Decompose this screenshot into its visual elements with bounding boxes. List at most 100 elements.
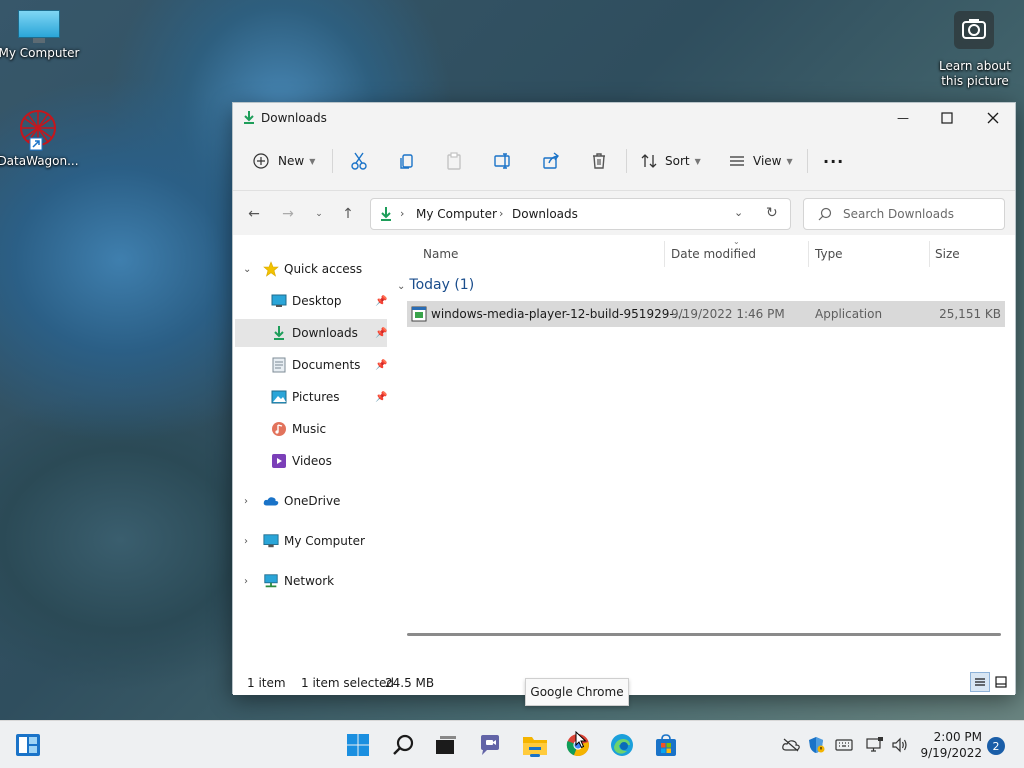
horizontal-scrollbar[interactable] [407, 633, 1001, 636]
clock[interactable]: 2:00 PM 9/19/2022 [918, 729, 982, 761]
close-button[interactable] [970, 103, 1016, 133]
details-view-button[interactable] [970, 672, 990, 692]
forward-button[interactable]: → [277, 203, 299, 225]
computer-icon [263, 533, 279, 549]
notification-badge[interactable]: 2 [987, 737, 1005, 755]
column-header-type[interactable]: Type [815, 247, 843, 261]
clock-time: 2:00 PM [933, 730, 982, 744]
status-size: 24.5 MB [385, 676, 435, 690]
camera-icon [962, 19, 986, 39]
tiles-view-button[interactable] [991, 672, 1011, 692]
back-button[interactable]: ← [243, 203, 265, 225]
file-size: 25,151 KB [939, 307, 1001, 321]
sort-indicator-icon: ⌄ [733, 237, 740, 246]
cut-button[interactable] [350, 147, 368, 175]
document-icon [271, 357, 287, 373]
maximize-button[interactable] [924, 103, 970, 133]
desktop-icon-datawagon[interactable]: DataWagon... [0, 108, 80, 168]
sidebar-item-onedrive[interactable]: › OneDrive [235, 487, 387, 515]
cloud-offline-icon[interactable] [781, 735, 801, 755]
sidebar-item-quick-access[interactable]: ⌄ Quick access [235, 255, 387, 283]
sidebar-item-downloads[interactable]: Downloads 📌 [235, 319, 387, 347]
rename-button[interactable] [494, 147, 512, 175]
delete-button[interactable] [590, 147, 608, 175]
new-button[interactable]: New ▼ [253, 147, 315, 175]
status-item-count: 1 item [247, 676, 286, 690]
refresh-button[interactable]: ↻ [766, 205, 778, 221]
address-bar[interactable]: › My Computer › Downloads ⌄ ↻ [370, 198, 791, 230]
column-header-date-modified[interactable]: Date modified [671, 247, 756, 261]
minimize-button[interactable]: — [880, 103, 926, 133]
keyboard-icon[interactable] [834, 735, 854, 755]
chevron-down-icon: ⌄ [397, 281, 406, 292]
chevron-down-icon[interactable]: ⌄ [243, 264, 251, 275]
plus-circle-icon [253, 153, 269, 169]
paste-button[interactable] [445, 147, 463, 175]
column-header-name[interactable]: Name [423, 247, 458, 261]
taskbar-edge[interactable] [608, 731, 636, 759]
chevron-right-icon[interactable]: › [244, 496, 248, 507]
datawagon-icon [16, 108, 60, 152]
sort-icon [641, 154, 657, 168]
widgets-button[interactable] [14, 731, 42, 759]
recent-locations-button[interactable]: ⌄ [308, 203, 330, 225]
spotlight-label: Learn about this picture [939, 59, 1011, 88]
store-icon [656, 734, 676, 756]
sidebar-item-desktop[interactable]: Desktop 📌 [235, 287, 387, 315]
sidebar-item-documents[interactable]: Documents 📌 [235, 351, 387, 379]
up-button[interactable]: ↑ [337, 203, 359, 225]
copy-icon [400, 154, 413, 169]
widgets-icon [16, 734, 40, 756]
chevron-right-icon: › [499, 207, 504, 220]
breadcrumb-downloads[interactable]: Downloads [512, 207, 578, 221]
more-options-button[interactable]: ··· [823, 147, 844, 175]
task-view-icon [436, 736, 456, 754]
pin-icon: 📌 [375, 295, 388, 307]
command-bar: New ▼ Sort ▼ View ▼ ··· [233, 133, 1015, 191]
search-input[interactable] [843, 207, 998, 221]
security-shield-icon[interactable] [806, 735, 826, 755]
share-button[interactable] [542, 147, 560, 175]
desktop-icon-my-computer[interactable]: My Computer [0, 10, 81, 60]
scissors-icon [351, 152, 367, 170]
edge-icon [611, 734, 633, 756]
window-title: Downloads [261, 111, 327, 125]
tiles-view-icon [995, 676, 1007, 688]
sidebar-item-videos[interactable]: Videos [235, 447, 387, 475]
copy-button[interactable] [398, 147, 416, 175]
file-list: Name ⌄ Date modified Type Size ⌄ Today (1… [389, 235, 1015, 663]
file-name: windows-media-player-12-build-951929-... [431, 307, 686, 321]
sidebar-item-network[interactable]: › Network [235, 567, 387, 595]
search-box[interactable] [803, 198, 1005, 230]
sidebar-item-my-computer[interactable]: › My Computer [235, 527, 387, 555]
taskbar-store[interactable] [652, 731, 680, 759]
chat-button[interactable] [476, 731, 504, 759]
folder-icon [523, 737, 547, 755]
task-view-button[interactable] [432, 731, 460, 759]
title-bar[interactable]: Downloads — [233, 103, 1015, 133]
list-view-icon [730, 156, 744, 166]
address-history-button[interactable]: ⌄ [734, 206, 743, 219]
network-status-icon[interactable] [865, 735, 885, 755]
desktop-icon [271, 293, 287, 309]
volume-icon[interactable] [890, 735, 910, 755]
pin-icon: 📌 [375, 359, 388, 371]
breadcrumb-my-computer[interactable]: My Computer [416, 207, 497, 221]
chevron-right-icon[interactable]: › [244, 576, 248, 587]
pin-icon: 📌 [375, 391, 388, 403]
chevron-right-icon[interactable]: › [244, 536, 248, 547]
view-button[interactable]: View ▼ [729, 147, 793, 175]
sort-button[interactable]: Sort ▼ [641, 147, 701, 175]
start-button[interactable] [344, 731, 372, 759]
pin-icon: 📌 [375, 327, 388, 339]
search-button[interactable] [389, 731, 417, 759]
column-header-size[interactable]: Size [935, 247, 960, 261]
spotlight-button[interactable] [954, 11, 994, 49]
running-indicator [530, 754, 540, 757]
group-header-today[interactable]: ⌄ Today (1) [397, 277, 474, 293]
table-row[interactable]: windows-media-player-12-build-951929-...… [407, 301, 1005, 327]
sidebar-item-music[interactable]: Music [235, 415, 387, 443]
file-type: Application [815, 307, 883, 321]
taskbar-file-explorer[interactable] [521, 731, 549, 759]
sidebar-item-pictures[interactable]: Pictures 📌 [235, 383, 387, 411]
